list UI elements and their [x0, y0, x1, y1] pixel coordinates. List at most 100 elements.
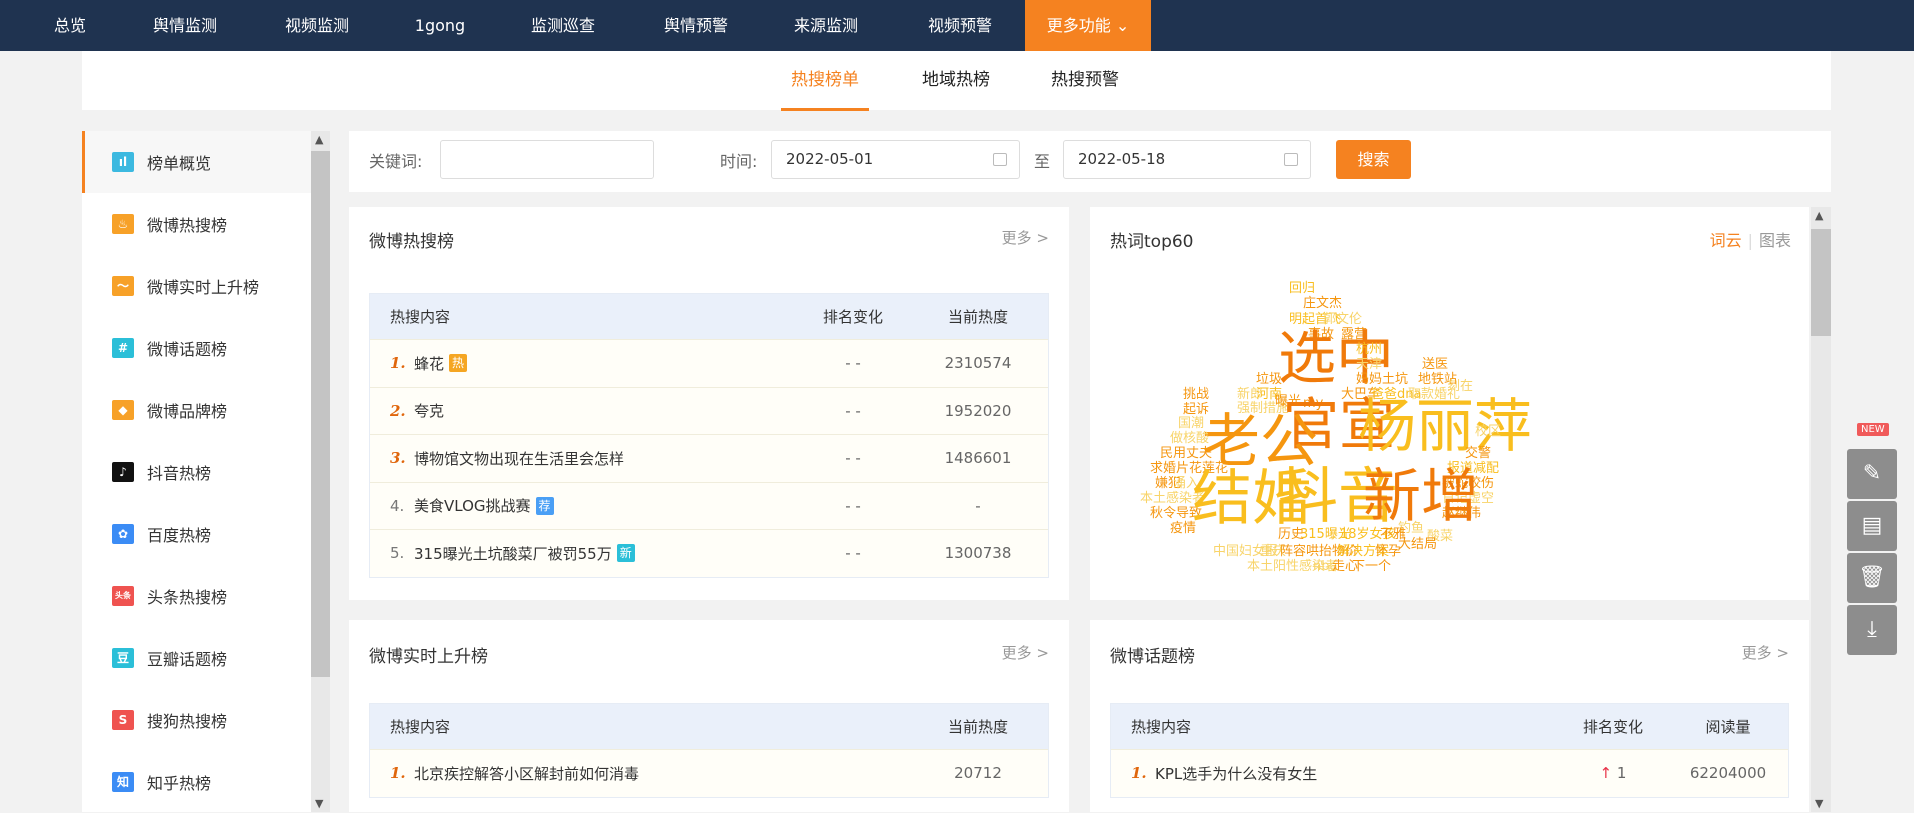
scroll-up-icon[interactable]: ▲: [315, 133, 323, 146]
header-content: 热搜内容: [1131, 718, 1192, 736]
tab-hot-alert[interactable]: 热搜预警: [1051, 51, 1119, 110]
cloud-word[interactable]: 送医: [1422, 358, 1448, 371]
chevron-down-icon: ⌄: [1115, 16, 1130, 35]
table-row[interactable]: 2. 夸克 - - 1952020: [370, 386, 1048, 434]
sidebar-item[interactable]: 头条 头条热搜榜: [82, 565, 311, 627]
table-row[interactable]: 1. 蜂花热 - - 2310574: [370, 339, 1048, 387]
search-button[interactable]: 搜索: [1336, 140, 1411, 179]
keyword-label: 关键词:: [369, 152, 423, 171]
cloud-word[interactable]: 交警: [1465, 447, 1491, 460]
row-text[interactable]: 蜂花: [414, 353, 444, 374]
header-content: 热搜内容: [390, 718, 451, 736]
table-row[interactable]: 1. KPL选手为什么没有女生 ↑ 1 62204000: [1111, 749, 1788, 797]
sidebar-item[interactable]: ◆ 微博品牌榜: [82, 379, 311, 441]
start-date-input[interactable]: 2022-05-01: [771, 140, 1020, 179]
row-text[interactable]: 美食VLOG挑战赛: [414, 495, 531, 516]
sidebar-item[interactable]: 豆豆瓣话题榜: [82, 627, 311, 689]
table-row[interactable]: 4. 美食VLOG挑战赛荐 - - -: [370, 481, 1048, 529]
bar-chart-icon: ıl: [112, 152, 134, 172]
nav-patrol[interactable]: 监测巡查: [531, 0, 595, 51]
download-icon: ⤓: [1867, 617, 1877, 642]
row-content: 3. 博物馆文物出现在生活里会怎样: [370, 448, 798, 469]
nav-sentiment-monitor[interactable]: 舆情监测: [153, 0, 217, 51]
sidebar-scrollbar[interactable]: ▲ ▼: [311, 131, 330, 812]
sidebar-item[interactable]: 知知乎热榜: [82, 751, 311, 813]
scroll-down-icon[interactable]: ▼: [1815, 797, 1823, 810]
cloud-word[interactable]: 怀孕: [1375, 545, 1401, 558]
tab-regional-hot[interactable]: 地域热榜: [922, 51, 990, 110]
sidebar-item-label: 抖音热榜: [147, 464, 212, 483]
sidebar-item[interactable]: 〜微博实时上升榜: [82, 255, 311, 317]
sogou-icon: S: [112, 710, 134, 730]
tab-word-cloud[interactable]: 词云: [1710, 231, 1742, 250]
trash-icon: 🗑: [1858, 565, 1886, 590]
sidebar-item[interactable]: ♨ 微博热搜榜: [82, 193, 311, 255]
row-heat: 2310574: [944, 354, 1012, 373]
row-text[interactable]: 夸克: [414, 400, 444, 421]
trash-button[interactable]: 🗑: [1847, 553, 1897, 603]
cloud-word[interactable]: 新增: [1363, 467, 1479, 525]
row-text[interactable]: 北京疾控解答小区解封前如何消毒: [414, 763, 639, 784]
cloud-word[interactable]: 民用丈夫: [1160, 447, 1212, 460]
row-text[interactable]: KPL选手为什么没有女生: [1155, 763, 1317, 784]
cloud-word[interactable]: 校区: [1475, 425, 1501, 438]
cloud-word[interactable]: 天津: [1356, 358, 1382, 371]
sidebar-item[interactable]: ✿ 百度热榜: [82, 503, 311, 565]
row-badge: 新: [616, 544, 635, 563]
more-link[interactable]: 更多 >: [1002, 227, 1049, 248]
cloud-word[interactable]: 庄文杰: [1303, 297, 1342, 310]
nav-video-monitor[interactable]: 视频监测: [285, 0, 349, 51]
baidu-paw-icon: ✿: [112, 524, 134, 544]
cloud-word[interactable]: 国潮: [1178, 417, 1204, 430]
row-text[interactable]: 博物馆文物出现在生活里会怎样: [414, 448, 624, 469]
sidebar-item-label: 微博品牌榜: [147, 402, 228, 421]
diamond-icon: ◆: [112, 400, 134, 420]
row-content: 2. 夸克: [370, 400, 798, 421]
feedback-button[interactable]: ✎: [1847, 449, 1897, 499]
card-title: 微博实时上升榜: [369, 647, 488, 667]
sidebar-item[interactable]: ıl 榜单概览: [82, 131, 311, 193]
table-row[interactable]: 5. 315曝光土坑酸菜厂被罚55万新 - - 1300738: [370, 529, 1048, 577]
sidebar-item-label: 微博热搜榜: [147, 216, 228, 235]
row-badge: 荐: [535, 496, 554, 515]
download-button[interactable]: ⤓: [1847, 605, 1897, 655]
sub-tab-bar: 热搜榜单 地域热榜 热搜预警: [82, 51, 1831, 111]
weibo-topic-table: 热搜内容 排名变化 阅读量 1. KPL选手为什么没有女生 ↑ 1 62204000: [1110, 703, 1789, 798]
sidebar-item[interactable]: # 微博话题榜: [82, 317, 311, 379]
nav-overview[interactable]: 总览: [54, 0, 86, 51]
sidebar-item[interactable]: ♪ 抖音热榜: [82, 441, 311, 503]
rank-change: - -: [845, 544, 861, 563]
cloud-word[interactable]: 挑战: [1183, 388, 1209, 401]
main-scrollbar[interactable]: ▲ ▼: [1811, 207, 1831, 812]
nav-1gong[interactable]: 1gong: [415, 0, 465, 51]
scroll-down-icon[interactable]: ▼: [315, 797, 323, 810]
tab-chart[interactable]: 图表: [1759, 231, 1791, 250]
cloud-word[interactable]: 不雅: [1380, 528, 1406, 541]
cloud-word[interactable]: 杨丽萍: [1358, 397, 1532, 455]
search-bar: 关键词: 时间: 2022-05-01 至 2022-05-18 搜索: [349, 131, 1831, 192]
more-link[interactable]: 更多 >: [1002, 642, 1049, 663]
nav-sentiment-alert[interactable]: 舆情预警: [664, 0, 728, 51]
cloud-word[interactable]: 杭州: [1356, 343, 1382, 356]
cloud-word[interactable]: 垃圾: [1256, 373, 1282, 386]
document-button[interactable]: ▤: [1847, 501, 1897, 551]
rank-number: 1.: [390, 764, 406, 783]
sidebar-item[interactable]: S 搜狗热搜榜: [82, 689, 311, 751]
nav-video-alert[interactable]: 视频预警: [928, 0, 992, 51]
end-date-input[interactable]: 2022-05-18: [1063, 140, 1311, 179]
cloud-word[interactable]: 下一个: [1352, 560, 1391, 573]
cloud-word[interactable]: 做核酸: [1170, 432, 1209, 445]
nav-more-functions[interactable]: 更多功能 ⌄: [1025, 0, 1151, 53]
cloud-word[interactable]: 回归: [1289, 282, 1315, 295]
table-row[interactable]: 1. 北京疾控解答小区解封前如何消毒 20712: [370, 749, 1048, 797]
more-link[interactable]: 更多 >: [1742, 642, 1789, 663]
tab-hot-list[interactable]: 热搜榜单: [781, 51, 869, 111]
sidebar-scroll-thumb[interactable]: [311, 151, 330, 677]
cloud-word[interactable]: 妈妈土坑: [1356, 373, 1408, 386]
keyword-input[interactable]: [440, 140, 654, 179]
nav-source-monitor[interactable]: 来源监测: [794, 0, 858, 51]
table-row[interactable]: 3. 博物馆文物出现在生活里会怎样 - - 1486601: [370, 434, 1048, 482]
scroll-up-icon[interactable]: ▲: [1815, 209, 1823, 222]
main-scroll-thumb[interactable]: [1811, 229, 1831, 336]
row-text[interactable]: 315曝光土坑酸菜厂被罚55万: [414, 543, 612, 564]
